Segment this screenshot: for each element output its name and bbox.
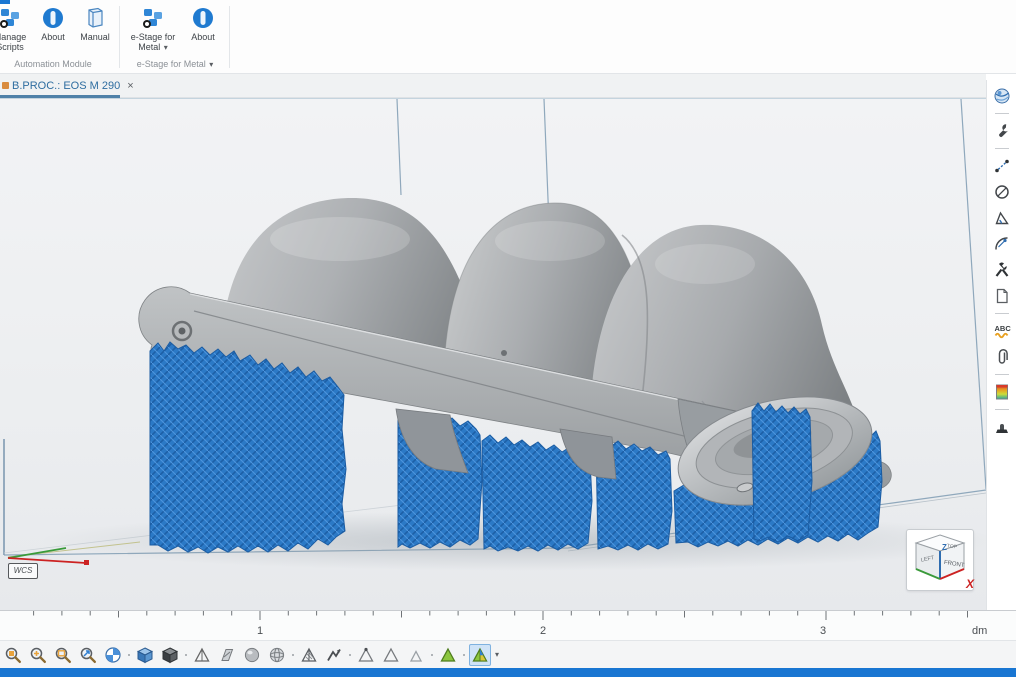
wcs-label: WCS xyxy=(8,563,38,579)
toolkit-icon[interactable] xyxy=(992,260,1012,280)
estage-about-button[interactable]: About xyxy=(184,6,222,42)
rotate-ball-icon[interactable] xyxy=(102,644,124,666)
measure-angle-icon[interactable] xyxy=(992,208,1012,228)
estage-metal-label: e-Stage for Metal xyxy=(131,32,176,52)
estage-metal-button[interactable]: e-Stage for Metal ▾ xyxy=(124,6,182,53)
about-icon xyxy=(191,6,215,30)
ribbon-group-estage: e-Stage for Metal ▾ About e-Stage for Me… xyxy=(122,2,228,72)
about-label: About xyxy=(34,32,72,42)
manual-button[interactable]: Manual xyxy=(74,6,116,42)
document-tabbar: B.PROC.: EOS M 290 × xyxy=(0,74,986,98)
ribbon-separator xyxy=(229,6,230,68)
hatch-triangle-icon[interactable] xyxy=(298,644,320,666)
bend-arrow-icon[interactable] xyxy=(323,644,345,666)
support-triangle-icon[interactable] xyxy=(437,644,459,666)
triangle-plain-icon[interactable] xyxy=(380,644,402,666)
toolbar-separator xyxy=(127,644,131,666)
estage-metal-icon xyxy=(141,6,165,30)
paperclip-icon[interactable] xyxy=(992,347,1012,367)
triangle-ruler-icon[interactable] xyxy=(191,644,213,666)
about-icon xyxy=(41,6,65,30)
zoom-in-icon[interactable] xyxy=(27,644,49,666)
wrench-icon[interactable] xyxy=(992,121,1012,141)
toolbar-separator xyxy=(348,644,352,666)
shaded-cube-icon[interactable] xyxy=(159,644,181,666)
view-cube[interactable]: TOP LEFT FRONT Z xyxy=(906,529,974,591)
ribbon: Manage Scripts About Manual Automation M… xyxy=(0,0,1016,74)
3d-viewport-canvas[interactable]: WCS TOP LEFT FRONT Z X xyxy=(0,98,986,610)
stamp-3d-icon[interactable] xyxy=(992,417,1012,437)
measure-radius-icon[interactable] xyxy=(992,234,1012,254)
toolbar-separator xyxy=(291,644,295,666)
annotate-abc-icon[interactable]: ABC xyxy=(992,321,1012,341)
report-page-icon[interactable] xyxy=(992,286,1012,306)
right-toolbar: ABC xyxy=(986,80,1016,610)
orbit-view-icon[interactable] xyxy=(992,86,1012,106)
zoom-window-icon[interactable] xyxy=(52,644,74,666)
zoom-dynamic-icon[interactable] xyxy=(77,644,99,666)
group-label-caret: ▾ xyxy=(209,60,213,69)
measure-distance-icon[interactable] xyxy=(992,156,1012,176)
ribbon-separator xyxy=(119,6,120,68)
ruler-unit-label: dm xyxy=(972,625,987,637)
sidebar-separator xyxy=(995,374,1009,375)
toolbar-dropdown-caret[interactable]: ▾ xyxy=(495,650,499,659)
ribbon-group-automation: Manage Scripts About Manual Automation M… xyxy=(0,2,118,72)
estage-caret: ▾ xyxy=(164,43,168,52)
manual-label: Manual xyxy=(74,32,116,42)
tab-file-icon xyxy=(2,82,9,89)
estage-support-icon[interactable] xyxy=(469,644,491,666)
tab-title: B.PROC.: EOS M 290 xyxy=(12,80,120,92)
view-toolbar: ▾ xyxy=(0,640,1016,668)
manual-book-icon xyxy=(83,6,107,30)
manage-scripts-button[interactable]: Manage Scripts xyxy=(0,6,32,53)
sidebar-separator xyxy=(995,113,1009,114)
sidebar-separator xyxy=(995,409,1009,410)
sidebar-separator xyxy=(995,313,1009,314)
shaded-sphere-icon[interactable] xyxy=(241,644,263,666)
automation-about-button[interactable]: About xyxy=(34,6,72,42)
manage-scripts-label: Manage Scripts xyxy=(0,32,32,53)
zoom-part-icon[interactable] xyxy=(2,644,24,666)
3d-scene xyxy=(0,99,986,610)
support-structures-front xyxy=(752,403,812,542)
ruler-major-label: 3 xyxy=(820,625,826,637)
measure-diameter-icon[interactable] xyxy=(992,182,1012,202)
taskbar-strip xyxy=(0,668,1016,677)
ruler-major-label: 2 xyxy=(540,625,546,637)
manage-scripts-icon xyxy=(0,6,22,30)
iso-cube-icon[interactable] xyxy=(134,644,156,666)
wire-sphere-icon[interactable] xyxy=(266,644,288,666)
about-label: About xyxy=(184,32,222,42)
group-label-automation: Automation Module xyxy=(0,59,118,69)
ruler-bar: 1 2 3 dm xyxy=(0,610,1016,640)
axis-x-label: X xyxy=(966,577,974,591)
svg-text:ABC: ABC xyxy=(994,324,1011,333)
ruler-major-label: 1 xyxy=(257,625,263,637)
toolbar-separator xyxy=(184,644,188,666)
viewcube-z-label: Z xyxy=(942,543,947,552)
colormap-icon[interactable] xyxy=(992,382,1012,402)
toolbar-separator xyxy=(430,644,434,666)
tab-close-icon[interactable]: × xyxy=(127,80,133,92)
toolbar-separator xyxy=(462,644,466,666)
group-label-estage: e-Stage for Metal xyxy=(137,59,206,69)
triangle-mark-icon[interactable] xyxy=(355,644,377,666)
mirror-plane-icon[interactable] xyxy=(216,644,238,666)
sidebar-separator xyxy=(995,148,1009,149)
triangle-small-icon[interactable] xyxy=(405,644,427,666)
